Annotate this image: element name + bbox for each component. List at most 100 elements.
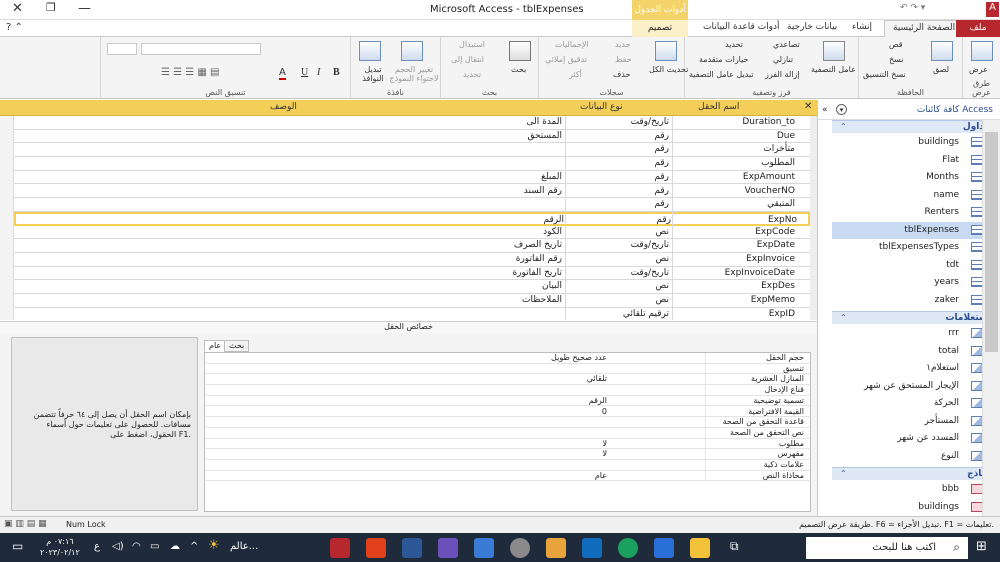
data-type-cell[interactable]: رقم — [566, 158, 671, 168]
nav-item[interactable]: bbb — [832, 481, 987, 498]
field-name-cell[interactable]: ExpMemo — [673, 295, 809, 305]
table-row[interactable]: ExpNo رقم الرقم — [14, 211, 810, 226]
find-button[interactable]: بحث — [511, 65, 526, 74]
data-type-cell[interactable]: رقم — [566, 172, 671, 182]
tab-db-tools[interactable]: أدوات قاعدة البيانات — [703, 22, 780, 32]
nav-section-tables[interactable]: جداول ⌃ — [832, 120, 1000, 133]
paste-button[interactable]: لصق — [933, 65, 949, 74]
grid-scrollbar[interactable] — [810, 116, 817, 320]
table-row[interactable]: المتبقي رقم — [14, 198, 810, 212]
taskbar-app-icon[interactable] — [510, 538, 530, 558]
tab-general[interactable]: عام — [204, 340, 227, 352]
property-value[interactable]: عدد صحيح طويل — [207, 353, 707, 362]
data-type-cell[interactable]: رقم — [566, 186, 671, 196]
data-type-cell[interactable]: رقم — [566, 144, 671, 154]
start-icon[interactable]: ⊞ — [976, 539, 987, 554]
nav-item[interactable]: rrr — [832, 325, 987, 342]
nav-item[interactable]: tblExpensesTypes — [832, 239, 987, 256]
taskbar-app-icon[interactable] — [546, 538, 566, 558]
table-row[interactable]: ExpAmount رقم المبلغ — [14, 171, 810, 185]
restore-icon[interactable]: ❐ — [46, 1, 56, 14]
tab-lookup[interactable]: بحث — [224, 340, 250, 352]
description-cell[interactable]: المستحق — [14, 131, 564, 141]
tab-file[interactable]: ملف — [956, 20, 1000, 37]
table-row[interactable]: المطلوب رقم — [14, 157, 810, 171]
description-cell[interactable]: البيان — [14, 281, 564, 291]
tab-create[interactable]: إنشاء — [852, 22, 872, 32]
italic-button[interactable]: I — [317, 67, 320, 78]
collapse-chevron-icon[interactable]: ⌃ — [840, 122, 847, 131]
tab-design[interactable]: تصميم — [632, 20, 688, 37]
nav-scrollbar[interactable] — [982, 120, 1000, 516]
table-row[interactable]: VoucherNO رقم رقم السند — [14, 185, 810, 199]
table-row[interactable]: ExpInvoiceDate تاريخ/وقت تاريخ الفاتورة — [14, 267, 810, 281]
format-painter-button[interactable]: نسخ التنسيق — [863, 70, 906, 79]
language-indicator[interactable]: ع — [94, 541, 100, 552]
property-value[interactable]: لا — [207, 439, 707, 448]
nav-item[interactable]: buildings — [832, 134, 987, 151]
nav-item[interactable]: استعلام١ — [832, 360, 987, 377]
field-name-cell[interactable]: المتبقي — [673, 199, 809, 209]
nav-item[interactable]: tblExpenses — [832, 221, 987, 239]
field-name-cell[interactable]: المطلوب — [673, 158, 809, 168]
description-cell[interactable]: رقم الفاتورة — [14, 254, 564, 264]
show-hidden-icons[interactable]: ^ — [190, 541, 198, 552]
quick-access-toolbar[interactable]: ↶ ↷ ▾ — [900, 3, 925, 13]
collapse-chevron-icon[interactable]: ⌃ — [840, 469, 847, 478]
nav-item[interactable]: zaker — [832, 292, 987, 309]
field-name-cell[interactable]: ExpCode — [673, 227, 809, 237]
size-to-fit-button[interactable]: تغيير الحجم لاحتواء النموذج — [387, 65, 441, 83]
close-icon[interactable]: ✕ — [12, 1, 23, 16]
property-row[interactable]: قناع الإدخال — [205, 385, 810, 396]
table-row[interactable]: ExpDate تاريخ/وقت تاريخ الصرف — [14, 239, 810, 253]
field-name-cell[interactable]: VoucherNO — [673, 186, 809, 196]
property-value[interactable]: عام — [207, 471, 707, 480]
copy-button[interactable]: نسخ — [889, 55, 904, 64]
close-document-icon[interactable]: ✕ — [804, 101, 812, 112]
volume-icon[interactable]: ◁) — [112, 541, 124, 552]
nav-item[interactable]: buildings — [832, 499, 987, 516]
property-row[interactable]: تسمية توضيحية الرقم — [205, 395, 810, 407]
battery-icon[interactable]: ▭ — [150, 541, 159, 552]
font-name-combo[interactable] — [141, 43, 261, 55]
description-cell[interactable]: الكود — [14, 227, 564, 237]
goto-button[interactable]: انتقال إلى — [451, 55, 484, 64]
field-name-cell[interactable]: ExpAmount — [673, 172, 809, 182]
align-icons[interactable]: ☰ ☰ ☰ ▦ ▤ — [161, 67, 220, 78]
description-cell[interactable]: الرقم — [16, 215, 566, 225]
property-value[interactable]: تلقائي — [207, 374, 707, 383]
font-color-button[interactable]: A — [279, 67, 286, 80]
nav-section-queries[interactable]: استعلامات ⌃ — [832, 311, 1000, 324]
save-record-button[interactable]: حفظ — [615, 55, 632, 64]
nav-item[interactable]: Flat — [832, 152, 987, 169]
data-type-cell[interactable]: تاريخ/وقت — [566, 268, 671, 278]
nav-item[interactable]: المسدد عن شهر — [832, 430, 987, 447]
filter-button[interactable]: عامل التصفية — [811, 65, 856, 74]
property-row[interactable]: نص التحقق من الصحة — [205, 427, 810, 439]
property-row[interactable]: مطلوب لا — [205, 438, 810, 450]
more-button[interactable]: أكثر — [569, 70, 582, 79]
description-cell[interactable]: تاريخ الفاتورة — [14, 268, 564, 278]
data-type-cell[interactable]: تاريخ/وقت — [566, 240, 671, 250]
table-row[interactable]: ExpID ترقيم تلقائي — [14, 308, 810, 320]
data-type-cell[interactable]: ترقيم تلقائي — [566, 309, 671, 319]
advanced-filter-button[interactable]: خيارات متقدمة — [699, 55, 748, 64]
table-row[interactable]: Due رقم المستحق — [14, 130, 810, 144]
taskbar-search[interactable]: اكتب هنا للبحث ⌕ — [806, 537, 968, 559]
minimize-icon[interactable]: — — [78, 1, 91, 16]
field-name-cell[interactable]: ExpInvoice — [673, 254, 809, 264]
description-cell[interactable]: تاريخ الصرف — [14, 240, 564, 250]
taskbar-mail-icon[interactable] — [582, 538, 602, 558]
property-row[interactable]: تنسيق — [205, 363, 810, 375]
nav-item[interactable]: المستأجر — [832, 413, 987, 430]
table-row[interactable]: متأخرات رقم — [14, 143, 810, 158]
switch-windows-button[interactable]: تبديل النوافذ — [355, 65, 391, 83]
field-name-cell[interactable]: متأخرات — [673, 144, 809, 154]
replace-button[interactable]: استبدال — [459, 40, 485, 49]
property-row[interactable]: علامات ذكية — [205, 460, 810, 471]
property-row[interactable]: مفهرس لا — [205, 449, 810, 460]
data-type-cell[interactable]: نص — [566, 254, 671, 264]
field-name-cell[interactable]: ExpDate — [673, 240, 809, 250]
view-switcher-icons[interactable]: ▣ ▥ ▤ ▦ — [4, 519, 47, 529]
table-row[interactable]: ExpDes نص البيان — [14, 280, 810, 295]
